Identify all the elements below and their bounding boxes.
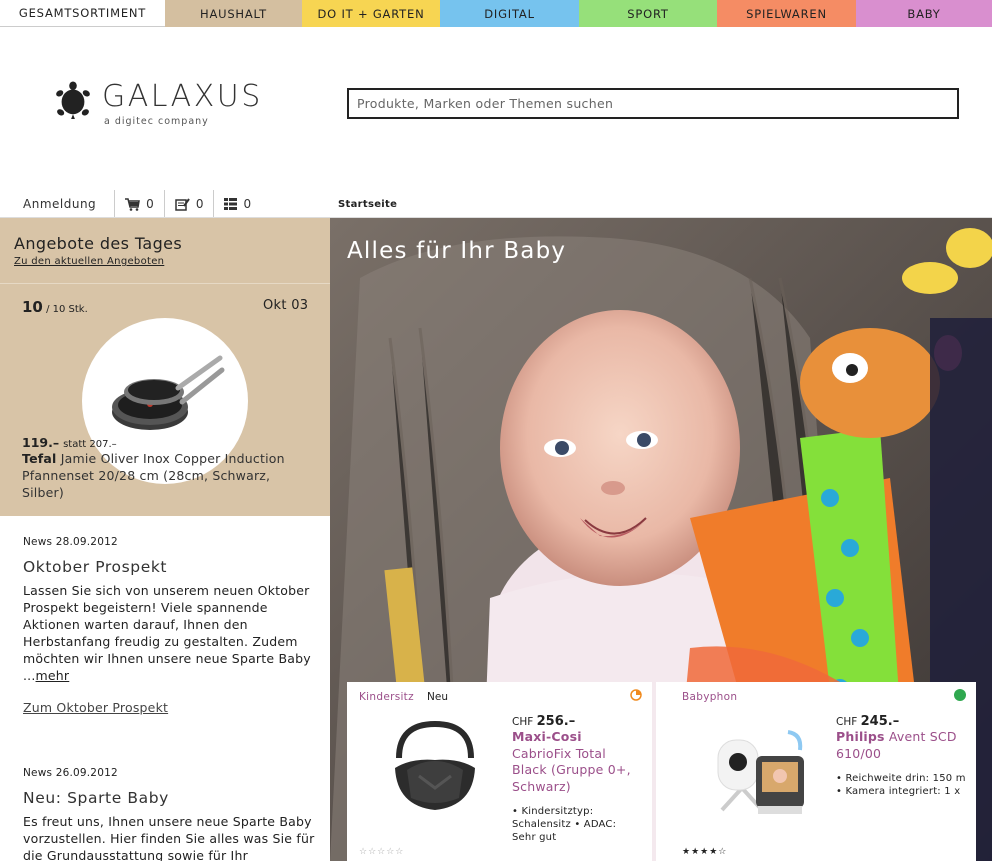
notepad-icon [175,197,190,211]
product-brand: Philips [836,729,885,744]
deal-stock-count: 10 [22,298,43,316]
turtle-icon [56,81,90,119]
product-features: • Reichweite drin: 150 m • Kamera integr… [836,773,966,797]
prospekt-link[interactable]: Zum Oktober Prospekt [23,700,315,715]
product-info: CHF 256.– Maxi-Cosi CabrioFix Total Blac… [512,714,640,844]
product-price: CHF 256.– [512,714,640,729]
rating-stars: ★★★★☆ [682,847,728,857]
product-name[interactable]: Philips Avent SCD 610/00 [836,729,966,762]
currency: CHF [512,716,534,728]
deal-brand: Tefal [22,451,57,466]
deal-date: Okt 03 [263,298,309,313]
news-title[interactable]: Oktober Prospekt [23,558,315,576]
deal-stock-total: / 10 Stk. [46,304,88,315]
wishlist-count: 0 [195,197,204,211]
hero-title: Alles für Ihr Baby [347,238,567,264]
product-features: • Kindersitztyp: Schalensitz • ADAC: Seh… [512,806,617,843]
news-item: News 28.09.2012 Oktober Prospekt Lassen … [23,536,315,715]
availability-icon [954,689,966,701]
category-digital[interactable]: DIGITAL [440,0,579,27]
currency: CHF [836,716,858,728]
category-nav: GESAMTSORTIMENT HAUSHALT DO IT + GARTEN … [0,0,992,27]
category-baby[interactable]: BABY [856,0,992,27]
compare-count: 0 [243,197,252,211]
deal-title: Angebote des Tages [14,234,183,253]
deal-price: 119.– statt 207.– [22,435,117,450]
news-item: News 26.09.2012 Neu: Sparte Baby Es freu… [23,767,315,861]
deal-of-the-day: Angebote des Tages Zu den aktuellen Ange… [0,218,330,516]
news-text: Lassen Sie sich von unserem neuen Oktobe… [23,582,315,684]
product-category[interactable]: Babyphon [682,691,737,703]
list-icon [224,198,238,210]
news-date: News 26.09.2012 [23,767,118,779]
user-bar: Anmeldung 0 0 0 [0,190,300,218]
cart-icon [125,197,141,211]
deal-old-price: statt 207.– [63,439,117,450]
product-info: CHF 245.– Philips Avent SCD 610/00 • Rei… [836,714,966,798]
product-category[interactable]: Kindersitz [359,691,414,703]
product-price: CHF 245.– [836,714,966,729]
current-deals-link[interactable]: Zu den aktuellen Angeboten [14,256,316,267]
news-more-link[interactable]: mehr [36,668,70,683]
breadcrumb[interactable]: Startseite [338,199,397,210]
category-sport[interactable]: SPORT [579,0,717,27]
product-model: CabrioFix Total Black (Gruppe 0+, Schwar… [512,745,631,794]
news-title[interactable]: Neu: Sparte Baby [23,789,315,807]
search-input[interactable] [347,88,959,119]
news-date: News 28.09.2012 [23,536,118,548]
cart-count: 0 [146,197,154,211]
price-value: 256.– [536,714,576,729]
category-gesamtsortiment[interactable]: GESAMTSORTIMENT [0,0,165,27]
wishlist-button[interactable]: 0 [165,190,215,218]
galaxus-logo[interactable]: GALAXUS a digitec company [54,80,263,127]
availability-icon [630,689,642,701]
deal-price-value: 119.– [22,435,60,450]
new-badge: Neu [427,691,448,703]
babyphone-image [717,730,804,814]
car-seat-image [395,720,475,810]
logo-tagline: a digitec company [104,116,209,127]
product-card[interactable]: Kindersitz Neu CHF 256.– Maxi-Cosi Cabri… [347,682,652,861]
login-link[interactable]: Anmeldung [0,190,116,218]
news-text: Es freut uns, Ihnen unsere neue Sparte B… [23,814,315,861]
product-brand: Maxi-Cosi [512,729,582,744]
logo-wordmark: GALAXUS [102,79,263,114]
product-card[interactable]: Babyphon CHF 245.– Philips Avent SCD 610… [656,682,976,861]
category-haushalt[interactable]: HAUSHALT [165,0,302,27]
deal-product-name[interactable]: Tefal Jamie Oliver Inox Copper Induction… [22,450,312,501]
cart-button[interactable]: 0 [115,190,165,218]
pan-image [112,355,225,430]
deal-name: Jamie Oliver Inox Copper Induction Pfann… [22,451,285,500]
compare-button[interactable]: 0 [214,190,261,218]
rating-stars: ☆☆☆☆☆ [359,847,405,857]
category-do-it-garten[interactable]: DO IT + GARTEN [302,0,440,27]
deal-stock: 10 / 10 Stk. [22,298,88,316]
price-value: 245.– [860,714,900,729]
product-name[interactable]: Maxi-Cosi CabrioFix Total Black (Gruppe … [512,729,640,795]
category-spielwaren[interactable]: SPIELWAREN [717,0,856,27]
